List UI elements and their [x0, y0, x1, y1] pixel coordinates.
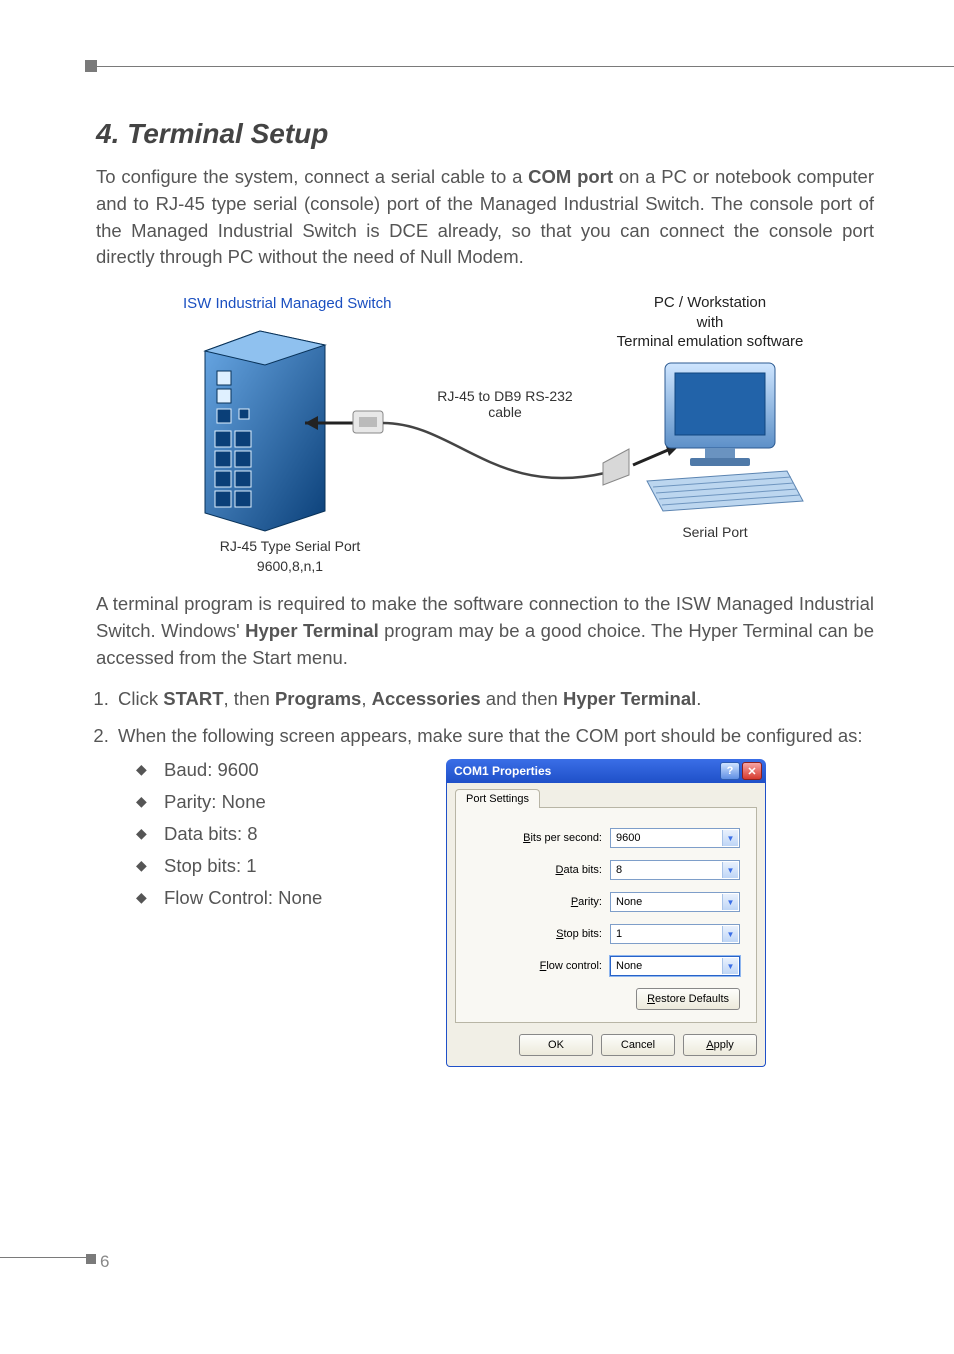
bullet-stopbits: Stop bits: 1	[136, 855, 416, 877]
intro-text-pre: To configure the system, connect a seria…	[96, 166, 528, 187]
label-flow-control: Flow control:	[540, 960, 602, 972]
diagram-cable-label-1: RJ-45 to DB9 RS-232	[425, 388, 585, 404]
diagram-left-caption-1: RJ-45 Type Serial Port	[195, 537, 385, 557]
diagram-right-caption: Serial Port	[682, 524, 747, 540]
diagram-right-line2: with	[595, 313, 825, 333]
combo-data-bits[interactable]: 8▼	[610, 860, 740, 880]
tab-panel: Bits per second: 9600▼ Data bits: 8▼ Par…	[455, 807, 757, 1023]
dialog-titlebar[interactable]: COM1 Properties ? ✕	[446, 759, 766, 783]
chevron-down-icon: ▼	[722, 862, 738, 878]
para2-bold: Hyper Terminal	[245, 620, 379, 641]
label-parity: Parity:	[571, 896, 602, 908]
diagram-left-caption-2: 9600,8,n,1	[195, 557, 385, 577]
chevron-down-icon: ▼	[722, 958, 738, 974]
page: 4. Terminal Setup To configure the syste…	[0, 0, 954, 1354]
page-number: 6	[100, 1252, 109, 1272]
label-data-bits: Data bits:	[556, 864, 602, 876]
intro-paragraph: To configure the system, connect a seria…	[96, 164, 874, 271]
combo-flow-control[interactable]: None▼	[610, 956, 740, 976]
connection-diagram: ISW Industrial Managed Switch RJ-45 to D…	[135, 293, 835, 563]
header-rule	[85, 66, 954, 67]
diagram-right-line3: Terminal emulation software	[595, 332, 825, 352]
intro-bold-comport: COM port	[528, 166, 613, 187]
combo-parity[interactable]: None▼	[610, 892, 740, 912]
bullet-baud: Baud: 9600	[136, 759, 416, 781]
cancel-button[interactable]: Cancel	[601, 1034, 675, 1056]
step-2: When the following screen appears, make …	[114, 723, 874, 750]
label-stop-bits: Stop bits:	[556, 928, 602, 940]
restore-defaults-button[interactable]: Restore Defaults	[636, 988, 740, 1010]
tab-port-settings[interactable]: Port Settings	[455, 789, 540, 808]
combo-stop-bits[interactable]: 1▼	[610, 924, 740, 944]
diagram-right-line1: PC / Workstation	[595, 293, 825, 313]
chevron-down-icon: ▼	[722, 894, 738, 910]
dialog-title: COM1 Properties	[454, 764, 551, 778]
step-1: Click START, then Programs, Accessories …	[114, 686, 874, 713]
label-bits-per-second: Bits per second:	[523, 832, 602, 844]
close-button[interactable]: ✕	[742, 762, 762, 780]
bullet-flow: Flow Control: None	[136, 887, 416, 909]
config-bullets: Baud: 9600 Parity: None Data bits: 8 Sto…	[136, 759, 416, 909]
chevron-down-icon: ▼	[722, 830, 738, 846]
com1-properties-dialog: COM1 Properties ? ✕ Port Settings Bits p…	[446, 759, 766, 1067]
ok-button[interactable]: OK	[519, 1034, 593, 1056]
chevron-down-icon: ▼	[722, 926, 738, 942]
bullet-parity: Parity: None	[136, 791, 416, 813]
diagram-cable-label-2: cable	[425, 404, 585, 420]
diagram-left-title: ISW Industrial Managed Switch	[183, 295, 391, 312]
steps-list: Click START, then Programs, Accessories …	[96, 686, 874, 750]
paragraph-2: A terminal program is required to make t…	[96, 591, 874, 671]
apply-button[interactable]: Apply	[683, 1034, 757, 1056]
section-heading: 4. Terminal Setup	[96, 118, 874, 150]
help-button[interactable]: ?	[720, 762, 740, 780]
bullet-databits: Data bits: 8	[136, 823, 416, 845]
combo-bits-per-second[interactable]: 9600▼	[610, 828, 740, 848]
